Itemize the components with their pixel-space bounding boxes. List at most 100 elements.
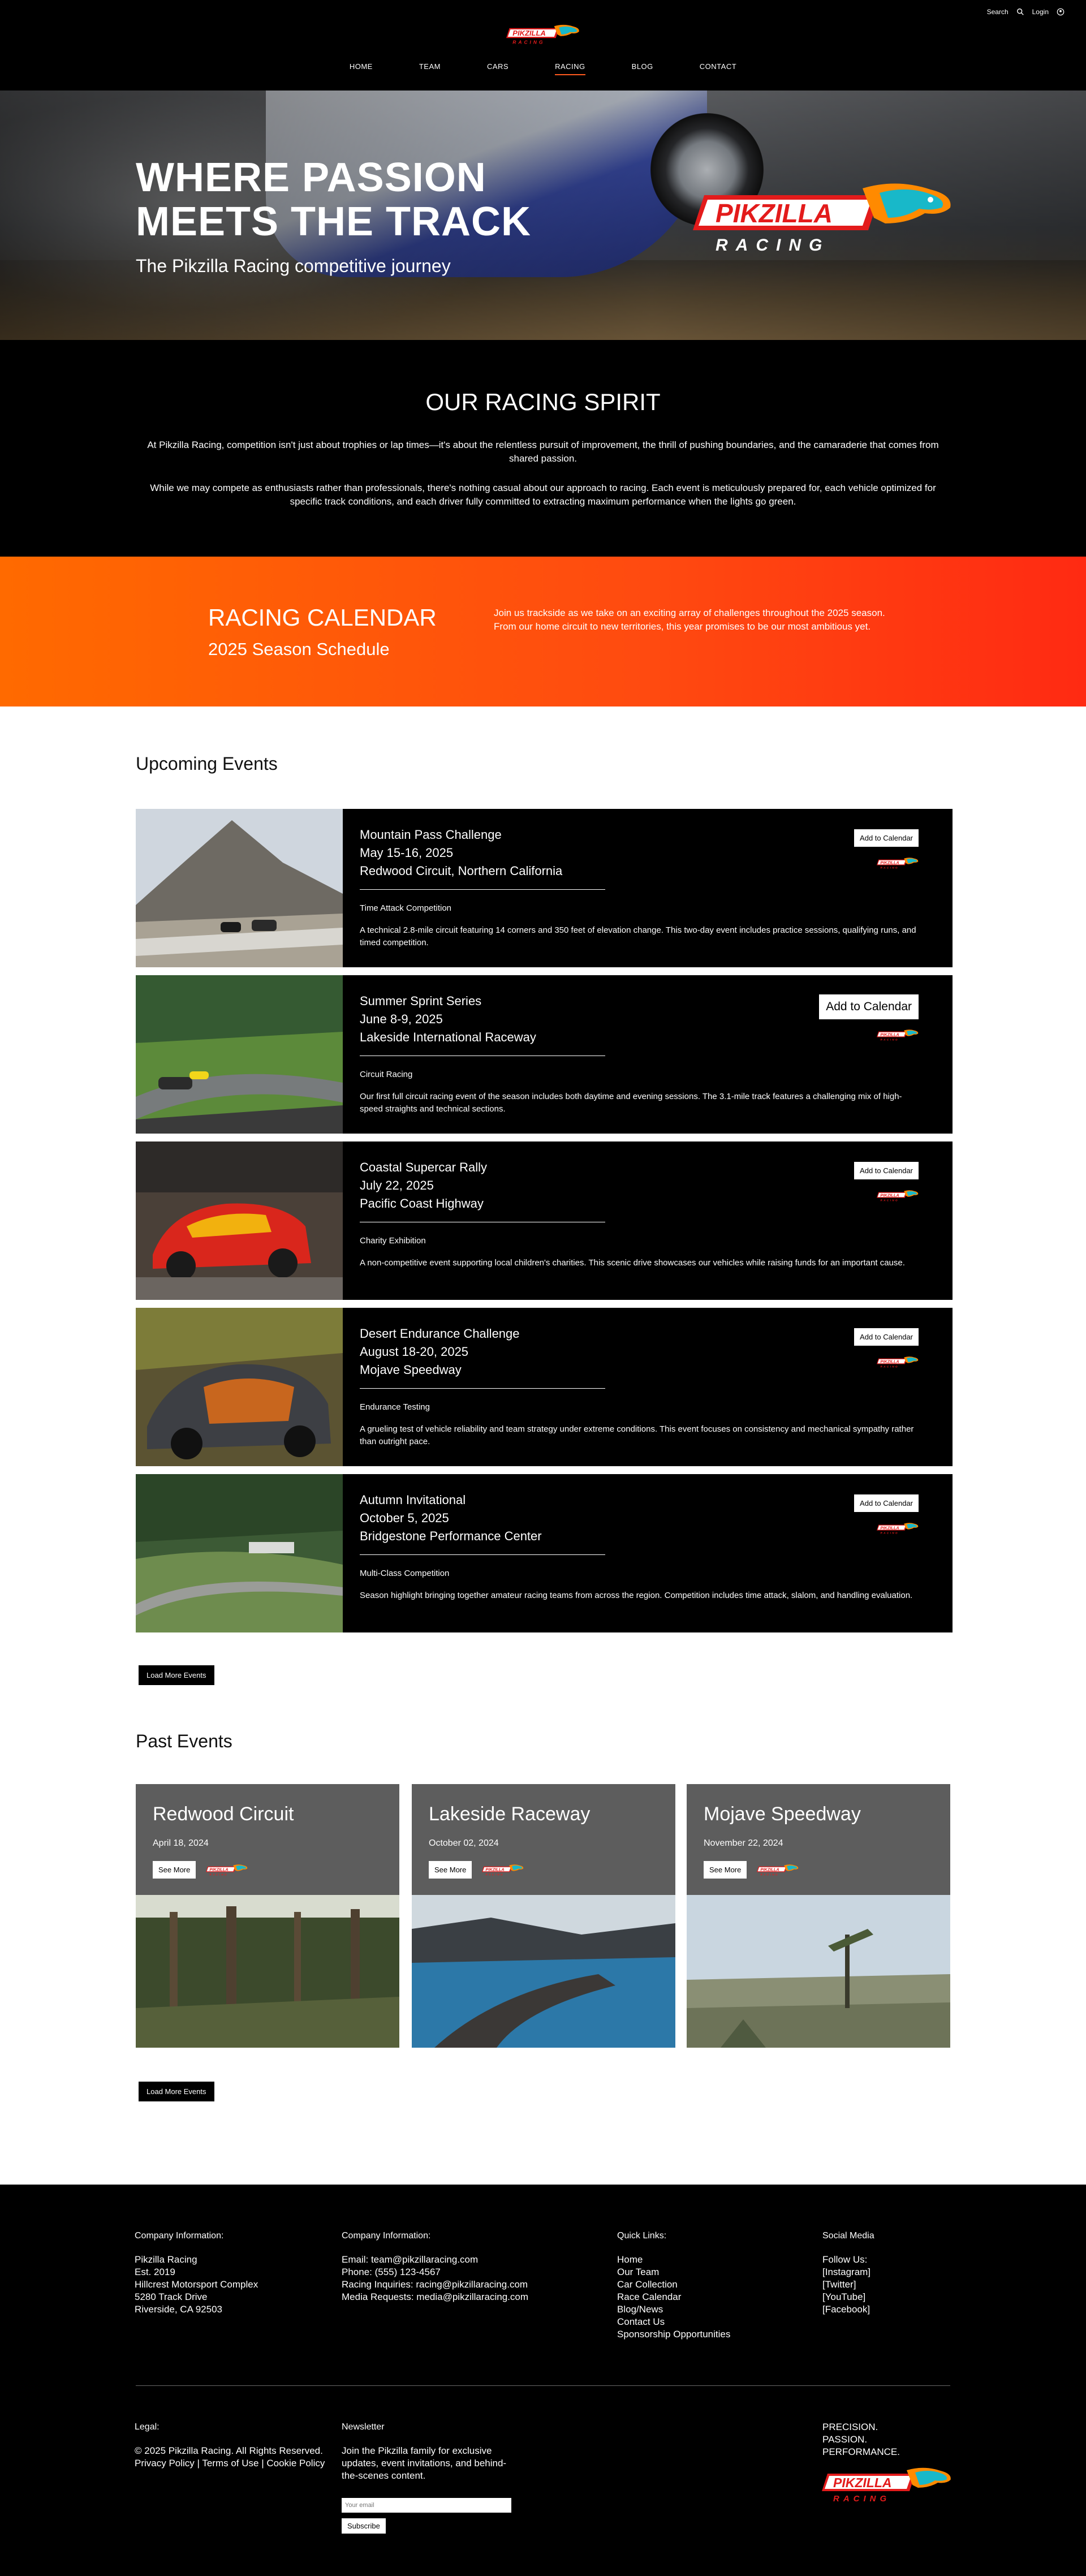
event-date: October 5, 2025	[360, 1511, 449, 1525]
subscribe-button[interactable]: Subscribe	[342, 2518, 386, 2534]
past-event-header: Mojave Speedway November 22, 2024 See Mo…	[687, 1784, 950, 1895]
footer-follow-label: Follow Us:	[822, 2254, 868, 2265]
nav-team[interactable]: TEAM	[419, 62, 441, 75]
footer-tagline: PRECISION. PASSION. PERFORMANCE.	[822, 2421, 900, 2458]
footer-contact-info: Company Information: Email: team@pikzill…	[342, 2230, 528, 2303]
event-divider	[360, 889, 605, 890]
add-to-calendar-button[interactable]: Add to Calendar	[819, 994, 919, 1019]
event-description: A non-competitive event supporting local…	[360, 1258, 905, 1268]
see-more-button[interactable]: See More	[704, 1861, 747, 1879]
hero-title: WHERE PASSION MEETS THE TRACK	[136, 155, 531, 244]
login-link[interactable]: Login	[1032, 8, 1049, 16]
footer-link-home[interactable]: Home	[617, 2254, 730, 2266]
event-date: August 18-20, 2025	[360, 1345, 469, 1359]
event-location: Pacific Coast Highway	[360, 1196, 484, 1211]
add-to-calendar-button[interactable]: Add to Calendar	[854, 1494, 919, 1512]
past-event-logo	[757, 1863, 799, 1877]
past-event-logo	[482, 1863, 524, 1877]
event-divider	[360, 1388, 605, 1389]
event-logo	[877, 856, 919, 870]
footer-line: Hillcrest Motorsport Complex	[135, 2279, 258, 2290]
social-youtube-link[interactable]: [YouTube]	[822, 2291, 874, 2303]
newsletter-email-input[interactable]	[342, 2498, 511, 2513]
past-event-date: October 02, 2024	[429, 1838, 499, 1848]
footer-link-team[interactable]: Our Team	[617, 2266, 730, 2278]
newsletter-text: Join the Pikzilla family for exclusive u…	[342, 2445, 507, 2481]
search-link[interactable]: Search	[987, 8, 1009, 16]
event-type: Circuit Racing	[360, 1070, 413, 1079]
event-title: Coastal Supercar Rally	[360, 1160, 487, 1174]
event-description: Season highlight bringing together amate…	[360, 1591, 913, 1600]
load-more-upcoming-button[interactable]: Load More Events	[139, 1665, 214, 1685]
calendar-title: RACING CALENDAR	[208, 604, 437, 631]
tagline-line: PASSION.	[822, 2434, 868, 2445]
past-event-header: Lakeside Raceway October 02, 2024 See Mo…	[412, 1784, 675, 1895]
add-to-calendar-button[interactable]: Add to Calendar	[854, 829, 919, 847]
footer-racing-inquiries[interactable]: Racing Inquiries: racing@pikzillaracing.…	[342, 2278, 528, 2291]
event-logo	[877, 1028, 919, 1042]
footer-link-contact[interactable]: Contact Us	[617, 2316, 730, 2328]
tagline-line: PRECISION.	[822, 2422, 878, 2432]
footer-heading: Company Information:	[342, 2231, 431, 2241]
site-logo[interactable]	[506, 21, 580, 48]
past-event-title: Lakeside Raceway	[429, 1803, 591, 1825]
event-card: Autumn Invitational October 5, 2025 Brid…	[136, 1474, 953, 1632]
event-card: Desert Endurance Challenge August 18-20,…	[136, 1308, 953, 1466]
footer-quick-links: Quick Links: Home Our Team Car Collectio…	[617, 2230, 730, 2341]
footer-heading: Legal:	[135, 2422, 160, 2432]
past-event-title: Redwood Circuit	[153, 1803, 294, 1825]
spirit-title: OUR RACING SPIRIT	[425, 389, 661, 415]
event-logo	[877, 1522, 919, 1535]
nav-contact[interactable]: CONTACT	[700, 62, 736, 75]
past-event-title: Mojave Speedway	[704, 1803, 861, 1825]
calendar-text: Join us trackside as we take on an excit…	[494, 608, 885, 632]
footer-logo[interactable]	[822, 2465, 952, 2505]
footer-link-calendar[interactable]: Race Calendar	[617, 2291, 730, 2303]
spirit-paragraph-1: At Pikzilla Racing, competition isn't ju…	[147, 440, 939, 464]
add-to-calendar-button[interactable]: Add to Calendar	[854, 1328, 919, 1346]
event-location: Bridgestone Performance Center	[360, 1529, 542, 1543]
past-event-date: April 18, 2024	[153, 1838, 209, 1848]
footer-heading: Social Media	[822, 2231, 874, 2241]
social-twitter-link[interactable]: [Twitter]	[822, 2278, 874, 2291]
see-more-button[interactable]: See More	[153, 1861, 196, 1879]
social-instagram-link[interactable]: [Instagram]	[822, 2266, 874, 2278]
footer-legal-links[interactable]: Privacy Policy | Terms of Use | Cookie P…	[135, 2457, 325, 2470]
event-image-supercar	[136, 1141, 343, 1300]
event-logo	[877, 1355, 919, 1369]
spirit-paragraph-2: While we may compete as enthusiasts rath…	[150, 483, 936, 507]
past-event-header: Redwood Circuit April 18, 2024 See More	[136, 1784, 399, 1895]
main-nav: HOME TEAM CARS RACING BLOG CONTACT	[0, 62, 1086, 75]
load-more-past-button[interactable]: Load More Events	[139, 2082, 214, 2101]
footer-newsletter: Newsletter Join the Pikzilla family for …	[342, 2421, 511, 2534]
event-type: Time Attack Competition	[360, 903, 452, 913]
footer-link-blog[interactable]: Blog/News	[617, 2303, 730, 2316]
nav-cars[interactable]: CARS	[487, 62, 508, 75]
event-logo	[877, 1189, 919, 1203]
event-date: May 15-16, 2025	[360, 846, 454, 860]
nav-blog[interactable]: BLOG	[632, 62, 653, 75]
past-event-logo	[206, 1863, 248, 1877]
past-event-image-forest	[136, 1895, 399, 2048]
add-to-calendar-button[interactable]: Add to Calendar	[854, 1162, 919, 1179]
footer-email[interactable]: Email: team@pikzillaracing.com	[342, 2254, 528, 2266]
footer-phone[interactable]: Phone: (555) 123-4567	[342, 2266, 528, 2278]
event-card: Mountain Pass Challenge May 15-16, 2025 …	[136, 809, 953, 967]
event-title: Autumn Invitational	[360, 1493, 466, 1507]
event-card: Summer Sprint Series June 8-9, 2025 Lake…	[136, 975, 953, 1134]
event-title: Desert Endurance Challenge	[360, 1326, 520, 1341]
nav-racing[interactable]: RACING	[555, 62, 585, 75]
upcoming-events-title: Upcoming Events	[136, 753, 278, 774]
see-more-button[interactable]: See More	[429, 1861, 472, 1879]
user-icon[interactable]	[1057, 8, 1065, 16]
social-facebook-link[interactable]: [Facebook]	[822, 2303, 874, 2316]
past-event-card: Redwood Circuit April 18, 2024 See More	[136, 1784, 399, 2048]
nav-home[interactable]: HOME	[350, 62, 373, 75]
footer-link-sponsorship[interactable]: Sponsorship Opportunities	[617, 2328, 730, 2341]
event-info: Autumn Invitational October 5, 2025 Brid…	[360, 1491, 925, 1602]
event-image-desert-car	[136, 1308, 343, 1466]
footer-link-cars[interactable]: Car Collection	[617, 2278, 730, 2291]
footer-media-requests[interactable]: Media Requests: media@pikzillaracing.com	[342, 2291, 528, 2303]
search-icon[interactable]	[1016, 8, 1024, 16]
event-info: Coastal Supercar Rally July 22, 2025 Pac…	[360, 1158, 925, 1269]
